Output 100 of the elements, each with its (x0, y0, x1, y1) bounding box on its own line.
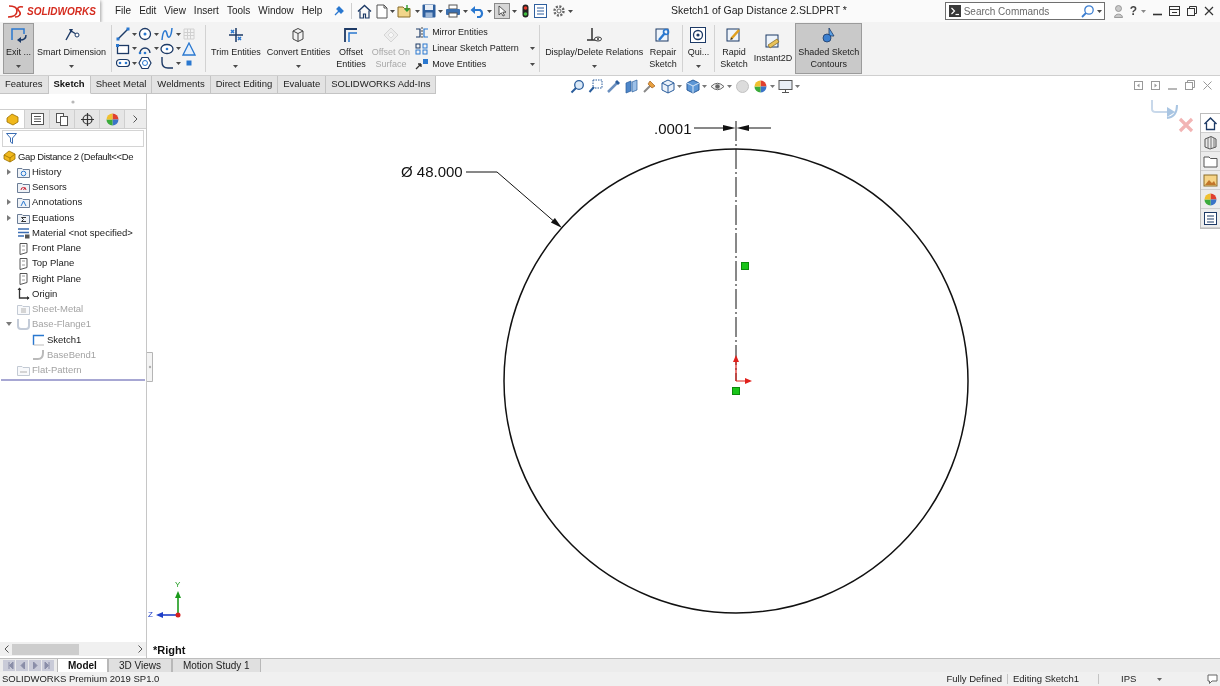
tree-item[interactable]: Gap Distance 2 (Default<<De (18, 149, 134, 164)
list-icon[interactable] (1203, 210, 1218, 226)
search-field[interactable]: Search Commands (944, 2, 1105, 20)
tree-item[interactable]: Sensors (32, 180, 67, 195)
command-button[interactable]: Qui... (684, 23, 713, 74)
move-icon[interactable] (415, 58, 430, 71)
command-button[interactable]: Rapid Sketch (717, 23, 751, 74)
parts-box-icon[interactable] (1203, 134, 1218, 150)
caret-icon[interactable] (390, 9, 396, 13)
command-tab[interactable]: Sheet Metal (90, 76, 153, 94)
shaded-shape-icon[interactable] (819, 27, 838, 43)
line-icon[interactable] (116, 27, 131, 41)
pointer-icon[interactable] (494, 3, 511, 19)
tile-right-icon[interactable] (1151, 80, 1160, 90)
dimension-value[interactable]: .0001 (654, 120, 692, 137)
configuration-icon[interactable] (56, 112, 68, 126)
chevron-left-icon[interactable] (3, 645, 9, 653)
monitor-icon[interactable] (778, 79, 793, 94)
chat-bubble-icon[interactable] (1207, 674, 1218, 684)
tree-item[interactable]: Right Plane (32, 271, 82, 286)
crossed-lines-icon[interactable] (226, 27, 245, 43)
fillet-icon[interactable] (160, 56, 175, 70)
caret-right-icon[interactable] (7, 168, 11, 175)
circle-icon[interactable] (138, 27, 153, 41)
folder-icon[interactable] (397, 4, 414, 18)
section-view-icon[interactable] (624, 79, 639, 94)
dimension-icon[interactable] (62, 27, 81, 43)
caret-icon[interactable] (176, 61, 182, 65)
model-tab[interactable]: Model (57, 659, 108, 672)
caret-icon[interactable] (487, 9, 493, 13)
home-icon[interactable] (357, 3, 373, 19)
polygon-icon[interactable] (138, 56, 153, 70)
horizontal-scrollbar[interactable] (0, 642, 146, 656)
help-button[interactable]: ? (1129, 4, 1137, 18)
panel-tab[interactable] (25, 110, 50, 128)
search-input[interactable]: Search Commands (963, 4, 1078, 18)
user-icon[interactable] (1113, 4, 1123, 18)
rectangle-icon[interactable] (116, 41, 131, 56)
caret-icon[interactable] (176, 47, 182, 50)
caret-icon[interactable] (530, 47, 536, 50)
settings-icon[interactable] (552, 4, 567, 18)
caret-icon[interactable] (132, 47, 138, 50)
tree-item[interactable]: Top Plane (32, 256, 75, 271)
pin-icon[interactable] (334, 6, 345, 16)
tile-left-icon[interactable] (1134, 80, 1143, 90)
panel-tab[interactable] (50, 110, 75, 128)
caret-icon[interactable] (702, 85, 707, 88)
command-button[interactable]: Smart Dimension (34, 23, 110, 74)
caret-right-icon[interactable] (7, 214, 11, 221)
ellipse-icon[interactable] (160, 41, 175, 56)
list-icon[interactable] (30, 113, 44, 125)
search-icon[interactable] (1080, 4, 1094, 18)
command-button[interactable]: Convert Entities (263, 23, 334, 74)
command-item[interactable]: Mirror Entities (415, 26, 488, 40)
wrench-icon[interactable] (653, 27, 672, 43)
tile-icon[interactable] (1169, 6, 1180, 16)
menu-item[interactable]: Tools (222, 1, 255, 21)
offset-lines-icon[interactable] (342, 27, 360, 43)
menu-item[interactable]: Help (297, 1, 327, 21)
menu-item[interactable]: Window (254, 1, 298, 21)
caret-icon[interactable] (296, 65, 301, 68)
tree-item[interactable]: History (32, 164, 62, 179)
caret-icon[interactable] (415, 9, 421, 13)
folder-icon[interactable] (1203, 153, 1218, 169)
tree-item[interactable]: Annotations (32, 195, 83, 210)
tree-item[interactable]: Front Plane (32, 241, 82, 256)
box-arrow-icon[interactable] (9, 27, 28, 43)
units-selector[interactable]: IPS (1121, 671, 1162, 686)
tree-item[interactable]: Material <not specified> (32, 225, 133, 240)
perpendicular-icon[interactable] (585, 27, 604, 43)
splitter-grip-icon[interactable] (147, 352, 153, 382)
document-icon[interactable] (376, 3, 389, 19)
command-tab[interactable]: Sketch (48, 76, 91, 94)
caret-icon[interactable] (438, 9, 444, 13)
filter-field[interactable] (2, 130, 144, 147)
display-style-icon[interactable] (685, 79, 700, 94)
view-cube-icon[interactable] (660, 79, 675, 94)
command-item[interactable]: Linear Sketch Pattern (415, 41, 519, 56)
quartered-ball-icon[interactable] (753, 79, 768, 94)
traffic-light-icon[interactable] (522, 4, 530, 18)
menu-item[interactable]: File (111, 1, 136, 21)
caret-icon[interactable] (132, 32, 138, 36)
tree-item[interactable]: Equations (32, 210, 75, 225)
zoom-area-icon[interactable] (588, 79, 603, 94)
hammer-icon[interactable] (642, 79, 657, 94)
command-button[interactable]: Display/Delete Relations (542, 23, 647, 74)
slot-icon[interactable] (116, 56, 131, 70)
caret-icon[interactable] (530, 62, 536, 66)
crosshair-icon[interactable] (80, 112, 94, 126)
command-tab[interactable]: Features (0, 76, 49, 94)
wand-icon[interactable] (606, 79, 621, 94)
mirror-icon[interactable] (415, 26, 430, 39)
caret-icon[interactable] (677, 85, 682, 88)
caret-icon[interactable] (176, 32, 182, 36)
undo-icon[interactable] (470, 4, 486, 18)
home-icon[interactable] (1203, 115, 1218, 131)
list-icon[interactable] (534, 4, 548, 18)
save-icon[interactable] (422, 4, 437, 18)
command-tab[interactable]: Weldments (152, 76, 211, 94)
quartered-ball-icon[interactable] (1203, 191, 1218, 207)
